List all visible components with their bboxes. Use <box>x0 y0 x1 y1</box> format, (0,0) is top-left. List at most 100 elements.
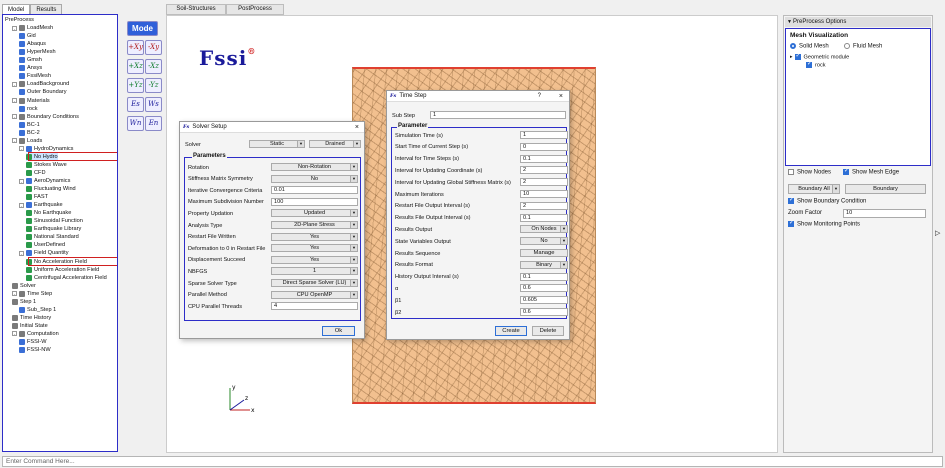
tree-item[interactable]: Initial State <box>12 322 48 330</box>
tab-soil-structures[interactable]: Soil-Structures <box>166 4 226 15</box>
expand-toggle-icon[interactable]: - <box>12 331 17 337</box>
boundary-button[interactable]: Boundary <box>845 184 926 194</box>
param-field[interactable]: 0.1 <box>520 272 568 281</box>
tree-item[interactable]: - Time Step <box>12 290 52 298</box>
param-field[interactable]: 4 <box>271 302 358 311</box>
show-nodes-checkbox[interactable]: Show Nodes <box>788 169 831 176</box>
expand-toggle-icon[interactable]: - <box>19 178 24 184</box>
rock-item[interactable]: rock <box>806 60 826 68</box>
param-select[interactable]: On Nodes ▼ <box>520 225 568 234</box>
tree-item[interactable]: - Materials <box>12 97 50 105</box>
tree-item[interactable]: Time History <box>12 314 51 322</box>
tree-item[interactable]: Ansys <box>19 64 42 72</box>
delete-button[interactable]: Delete <box>532 326 564 336</box>
param-field[interactable]: 0.605 <box>520 296 568 305</box>
param-select[interactable]: 2D-Plane Stress ▼ <box>271 221 358 229</box>
tree-item[interactable]: UserDefined <box>26 241 65 249</box>
tree-item[interactable]: Solver <box>12 282 36 290</box>
param-button[interactable]: Manage <box>520 249 568 257</box>
param-select[interactable]: Yes ▼ <box>271 255 358 264</box>
param-field[interactable]: 2 <box>520 178 568 187</box>
sub-step-field[interactable]: 1 <box>430 111 566 119</box>
tab-results[interactable]: Results <box>30 4 63 14</box>
view-plusminus-yz-button[interactable]: +Yz <box>127 78 144 93</box>
tree-item[interactable]: Abaqus <box>19 40 46 48</box>
tree-item[interactable]: Earthquake Library <box>26 225 81 233</box>
drainage-select[interactable]: Drained ▼ <box>309 140 361 148</box>
param-select[interactable]: Updated ▼ <box>271 209 358 218</box>
close-icon[interactable]: × <box>559 93 563 100</box>
expand-toggle-icon[interactable]: - <box>12 25 17 31</box>
mode-button[interactable]: Mode <box>127 21 158 36</box>
view-plusminus-xy-button[interactable]: +Xy <box>127 40 144 55</box>
tree-item[interactable]: Gid <box>19 32 36 40</box>
expand-toggle-icon[interactable]: - <box>12 81 17 87</box>
tree-item[interactable]: rock <box>19 105 38 113</box>
side-panel-toggle-icon[interactable]: ▷ <box>935 229 940 237</box>
tree-item[interactable]: - Loads <box>12 137 42 145</box>
tree-item[interactable]: FAST <box>26 193 48 201</box>
param-field[interactable]: 0.1 <box>520 213 568 222</box>
show-boundary-condition-checkbox[interactable]: Show Boundary Condition <box>788 196 866 205</box>
tree-item[interactable]: BC-2 <box>19 129 40 137</box>
param-field[interactable]: 0.1 <box>520 154 568 163</box>
tree-item[interactable]: - LoadBackground <box>12 80 69 88</box>
view-minus-xz-button[interactable]: -Xz <box>145 59 162 74</box>
tree-item[interactable]: Gmsh <box>19 56 42 64</box>
tab-postprocess[interactable]: PostProcess <box>226 4 284 15</box>
param-field[interactable]: 0.6 <box>520 284 568 293</box>
expand-toggle-icon[interactable]: - <box>19 202 24 208</box>
command-input[interactable]: Enter Command Here... <box>2 456 943 467</box>
model-tree[interactable]: PreProcess - LoadMesh Gid Abaqus HyperMesh Gms… <box>2 14 118 452</box>
tree-item[interactable]: Fluctuating Wind <box>26 185 76 193</box>
tree-item[interactable]: - Earthquake <box>19 201 63 209</box>
param-select[interactable]: No ▼ <box>271 174 358 183</box>
tree-item[interactable]: FSSI-W <box>19 338 47 346</box>
tree-item[interactable]: Uniform Acceleration Field <box>26 266 99 274</box>
help-icon[interactable]: ? <box>538 93 541 99</box>
param-select[interactable]: Non-Rotation ▼ <box>271 163 358 171</box>
param-select[interactable]: Binary ▼ <box>520 260 568 269</box>
solver-type-select[interactable]: Static ▼ <box>249 140 305 148</box>
param-field[interactable]: 2 <box>520 201 568 210</box>
tree-item[interactable]: - Boundary Conditions <box>12 113 79 121</box>
param-field[interactable]: 0.01 <box>271 186 358 195</box>
tree-item[interactable]: PreProcess <box>5 16 34 24</box>
create-button[interactable]: Create <box>495 326 527 336</box>
tree-item[interactable]: National Standard <box>26 233 79 241</box>
view-es-button[interactable]: Es <box>127 97 144 112</box>
tree-item[interactable]: HyperMesh <box>19 48 56 56</box>
expand-toggle-icon[interactable]: - <box>12 291 17 297</box>
param-select[interactable]: Yes ▼ <box>271 232 358 241</box>
tree-item[interactable]: BC-1 <box>19 121 40 129</box>
param-field[interactable]: 1 <box>520 131 568 139</box>
tree-item[interactable]: Stokes Wave <box>26 161 67 169</box>
tree-item[interactable]: CFD <box>26 169 46 177</box>
tree-item[interactable]: Sub_Step 1 <box>19 306 56 314</box>
param-select[interactable]: No ▼ <box>520 237 568 246</box>
expand-toggle-icon[interactable]: - <box>12 114 17 120</box>
view-wn-button[interactable]: Wn <box>127 116 144 131</box>
view-plusminus-xz-button[interactable]: +Xz <box>127 59 144 74</box>
solid-mesh-radio[interactable]: Solid Mesh <box>790 43 829 50</box>
tree-item[interactable]: Outer Boundary <box>19 88 67 96</box>
zoom-factor-field[interactable]: 10 <box>843 209 926 218</box>
tree-item[interactable]: - AeroDynamics <box>19 177 70 185</box>
tree-item[interactable]: FssiMesh <box>19 72 51 80</box>
tree-item[interactable]: Centrifugal Acceleration Field <box>26 274 107 282</box>
boundary-all-select[interactable]: Boundary All ▼ <box>788 184 840 194</box>
expand-toggle-icon[interactable]: - <box>12 98 17 103</box>
param-select[interactable]: CPU OpenMP ▼ <box>271 290 358 299</box>
tab-model[interactable]: Model <box>2 4 31 14</box>
tree-item[interactable]: Sinusoidal Function <box>26 217 83 225</box>
param-select[interactable]: 1 ▼ <box>271 267 358 276</box>
view-ws-button[interactable]: Ws <box>145 97 162 112</box>
show-monitoring-points-checkbox[interactable]: Show Monitoring Points <box>788 219 860 228</box>
param-select[interactable]: Yes ▼ <box>271 244 358 253</box>
param-field[interactable]: 0.6 <box>520 308 568 316</box>
expand-toggle-icon[interactable]: - <box>19 146 24 152</box>
show-mesh-edge-checkbox[interactable]: Show Mesh Edge <box>843 167 899 176</box>
geometric-module-item[interactable]: ▸Geometric module <box>790 52 849 60</box>
close-icon[interactable]: × <box>355 124 359 131</box>
expand-toggle-icon[interactable]: - <box>19 250 24 256</box>
